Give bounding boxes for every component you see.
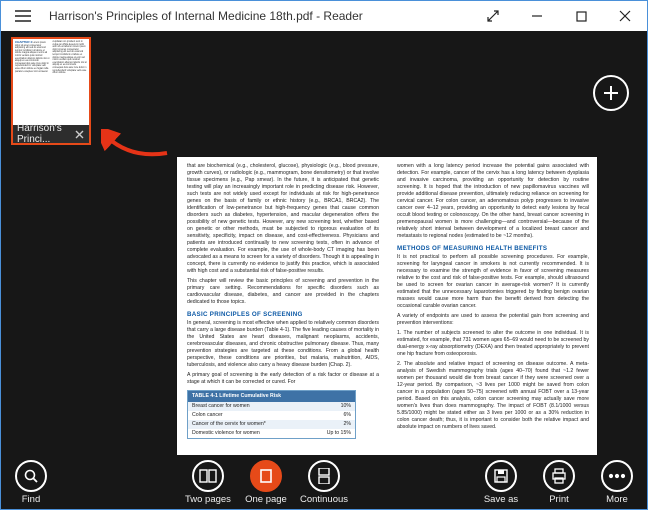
close-window-button[interactable]	[603, 1, 647, 31]
continuous-button[interactable]: Continuous	[300, 460, 348, 505]
page-column-left: that are biochemical (e.g., cholesterol,…	[177, 157, 387, 455]
print-button[interactable]: Print	[535, 460, 583, 505]
annotation-arrow	[101, 129, 171, 163]
tab-label: Harrison's Princi...	[17, 123, 75, 145]
one-page-button[interactable]: One page	[242, 460, 290, 505]
document-stage: CHAPTER 4 Lorem ipsum dolor sit amet con…	[1, 31, 647, 455]
maximize-button[interactable]	[559, 1, 603, 31]
save-as-button[interactable]: Save as	[477, 460, 525, 505]
expand-button[interactable]	[471, 1, 515, 31]
minimize-button[interactable]	[515, 1, 559, 31]
add-tab-button[interactable]	[593, 75, 629, 111]
tab-thumbnail: CHAPTER 4 Lorem ipsum dolor sit amet con…	[13, 39, 89, 125]
document-page[interactable]: CHAPTER 4 that are biochemical (e.g., ch…	[177, 157, 597, 455]
window-title: Harrison's Principles of Internal Medici…	[45, 9, 471, 23]
close-tab-button[interactable]	[75, 127, 85, 141]
menu-button[interactable]	[1, 1, 45, 31]
titlebar: Harrison's Principles of Internal Medici…	[1, 1, 647, 31]
document-tab[interactable]: CHAPTER 4 Lorem ipsum dolor sit amet con…	[11, 37, 91, 145]
find-button[interactable]: Find	[7, 460, 55, 505]
page-column-right: women with a long latency period increas…	[387, 157, 597, 455]
two-pages-button[interactable]: Two pages	[184, 460, 232, 505]
tab-strip: CHAPTER 4 Lorem ipsum dolor sit amet con…	[11, 37, 91, 145]
table-lifetime-risk: TABLE 4-1 Lifetime Cumulative Risk Breas…	[187, 390, 356, 439]
window: Harrison's Principles of Internal Medici…	[0, 0, 648, 510]
more-button[interactable]: More	[593, 460, 641, 505]
bottom-toolbar: Find Two pages One page Continuous Save …	[1, 455, 647, 509]
